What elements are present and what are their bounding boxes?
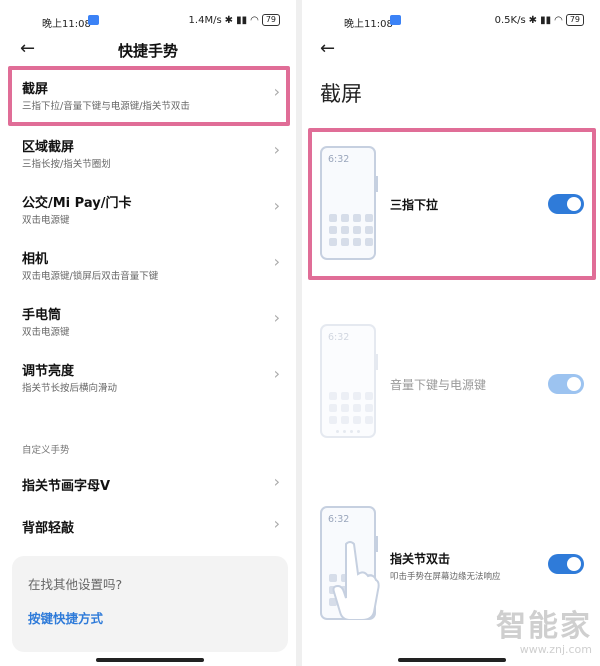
chevron-right-icon: ›: [273, 140, 280, 159]
highlight-box: [308, 128, 596, 280]
back-arrow-icon[interactable]: ←: [320, 38, 342, 60]
battery-icon: 79: [565, 14, 584, 26]
list-item-region-screenshot[interactable]: 区域截屏 三指长按/指关节圈划 ›: [0, 126, 296, 178]
item-subtitle: 三指长按/指关节圈划: [22, 159, 111, 170]
status-bar: 晚上11:08 1.4M/s ✱ ▮▮ ◠ 79: [0, 0, 296, 40]
chevron-right-icon: ›: [273, 196, 280, 215]
screenshot-settings-panel: 晚上11:08 0.5K/s ✱ ▮▮ ◠ 79 ← 截屏 6:32 三指下拉 …: [302, 0, 600, 666]
status-right: 1.4M/s ✱ ▮▮ ◠ 79: [189, 14, 280, 26]
status-right: 0.5K/s ✱ ▮▮ ◠ 79: [495, 14, 584, 26]
side-button: [376, 354, 378, 370]
item-title: 背部轻敲: [22, 521, 75, 536]
highlight-box: [8, 66, 290, 126]
gestures-panel: 晚上11:08 1.4M/s ✱ ▮▮ ◠ 79 ← 快捷手势 截屏 三指下拉/…: [0, 0, 296, 666]
item-subtitle: 双击电源键/锁屏后双击音量下键: [22, 271, 159, 282]
item-title: 相机: [22, 252, 49, 267]
bluetooth-icon: ✱: [528, 14, 538, 26]
list-item-flashlight[interactable]: 手电筒 双击电源键 ›: [0, 294, 296, 346]
section-header: 自定义手势: [22, 445, 70, 456]
app-grid: [329, 392, 373, 424]
key-shortcuts-link[interactable]: 按键快捷方式: [28, 608, 103, 627]
phone-time: 6:32: [328, 514, 350, 525]
network-speed: 0.5K/s: [494, 14, 526, 26]
item-title: 区域截屏: [22, 140, 75, 155]
battery-icon: 79: [261, 14, 280, 26]
phone-time: 6:32: [328, 332, 350, 343]
knuckle-toggle[interactable]: [548, 554, 584, 574]
status-bar: 晚上11:08 0.5K/s ✱ ▮▮ ◠ 79: [302, 0, 600, 40]
home-indicator[interactable]: [96, 658, 204, 662]
list-item-brightness[interactable]: 调节亮度 指关节长按后横向滑动 ›: [0, 350, 296, 402]
option-subtitle: 叩击手势在屏幕边缘无法响应: [390, 572, 501, 582]
item-title: 手电筒: [22, 308, 62, 323]
volume-power-toggle[interactable]: [548, 374, 584, 394]
chevron-right-icon: ›: [273, 364, 280, 383]
chevron-right-icon: ›: [273, 472, 280, 491]
status-time: 晚上11:08: [344, 19, 393, 30]
page-dots: [336, 430, 360, 433]
toggle-knob: [567, 557, 581, 571]
watermark-logo: 智能家: [496, 609, 592, 644]
watermark: 智能家 www.znj.com: [496, 601, 592, 656]
option-label: 音量下键与电源键: [390, 378, 487, 392]
signal-icon: ▮▮: [540, 14, 552, 26]
help-question: 在找其他设置吗?: [28, 577, 123, 592]
page-title: 快捷手势: [117, 42, 178, 60]
item-title: 公交/Mi Pay/门卡: [22, 196, 132, 211]
network-speed: 1.4M/s: [188, 14, 222, 26]
page-title: 截屏: [320, 82, 362, 106]
bluetooth-icon: ✱: [224, 14, 234, 26]
wifi-icon: ◠: [554, 14, 563, 26]
list-item-back-tap[interactable]: 背部轻敲 ›: [0, 500, 296, 552]
item-subtitle: 双击电源键: [22, 327, 70, 338]
option-volume-power[interactable]: 6:32 音量下键与电源键: [302, 310, 600, 460]
wifi-icon: ◠: [250, 14, 259, 26]
chevron-right-icon: ›: [273, 308, 280, 327]
list-item-camera[interactable]: 相机 双击电源键/锁屏后双击音量下键 ›: [0, 238, 296, 290]
alarm-icon: [390, 15, 401, 25]
list-item-transit-card[interactable]: 公交/Mi Pay/门卡 双击电源键 ›: [0, 182, 296, 234]
help-card: 在找其他设置吗? 按键快捷方式: [12, 556, 288, 652]
item-subtitle: 指关节长按后横向滑动: [22, 383, 118, 394]
chevron-right-icon: ›: [273, 252, 280, 271]
chevron-right-icon: ›: [273, 514, 280, 533]
item-subtitle: 双击电源键: [22, 215, 70, 226]
toggle-knob: [567, 377, 581, 391]
home-indicator[interactable]: [398, 658, 506, 662]
status-time: 晚上11:08: [42, 19, 91, 30]
signal-icon: ▮▮: [236, 14, 248, 26]
phone-illustration-icon: 6:32: [320, 324, 378, 438]
hand-icon: [332, 541, 380, 620]
alarm-icon: [88, 15, 99, 25]
option-label: 指关节双击: [390, 552, 451, 566]
item-title: 指关节画字母V: [22, 479, 111, 494]
item-title: 调节亮度: [22, 364, 75, 379]
